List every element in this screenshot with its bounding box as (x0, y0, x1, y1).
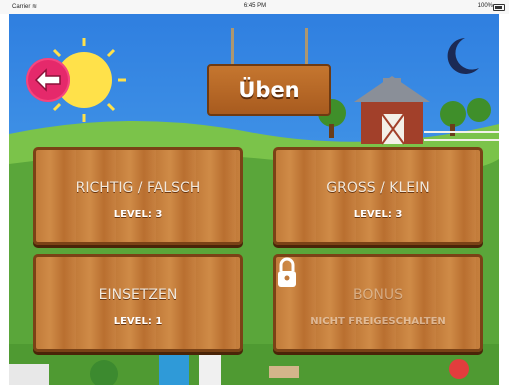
back-button[interactable] (26, 58, 70, 102)
card-level: LEVEL: 3 (353, 209, 403, 220)
battery-icon (493, 4, 505, 11)
sign-rope (231, 28, 234, 68)
card-title: RICHTIG / FALSCH (75, 180, 201, 196)
status-bar: Carrier ≋ 6:45 PM 100% (0, 0, 509, 14)
mode-card-bonus[interactable]: BONUS NICHT FREIGESCHALTEN (273, 254, 483, 352)
page-title-sign: Üben (207, 64, 331, 116)
card-title: GROSS / KLEIN (326, 180, 430, 196)
card-level: LEVEL: 3 (113, 209, 163, 220)
card-level: LEVEL: 1 (113, 316, 163, 327)
carrier-label: Carrier ≋ (12, 4, 38, 10)
clock: 6:45 PM (243, 3, 267, 9)
mode-card-gross-klein[interactable]: GROSS / KLEIN LEVEL: 3 (273, 147, 483, 245)
arrow-left-icon (34, 68, 61, 92)
game-scene: Üben RICHTIG / FALSCH LEVEL: 3 GROSS / K… (9, 14, 499, 385)
sign-rope (305, 28, 308, 68)
battery-percent: 100% (477, 3, 493, 9)
mode-card-richtig-falsch[interactable]: RICHTIG / FALSCH LEVEL: 3 (33, 147, 243, 245)
mode-card-einsetzen[interactable]: EINSETZEN LEVEL: 1 (33, 254, 243, 352)
page-title: Üben (238, 78, 300, 102)
card-title: EINSETZEN (98, 287, 178, 303)
lock-icon (278, 257, 296, 287)
card-title: BONUS (353, 287, 403, 303)
card-level: NICHT FREIGESCHALTEN (310, 316, 446, 327)
